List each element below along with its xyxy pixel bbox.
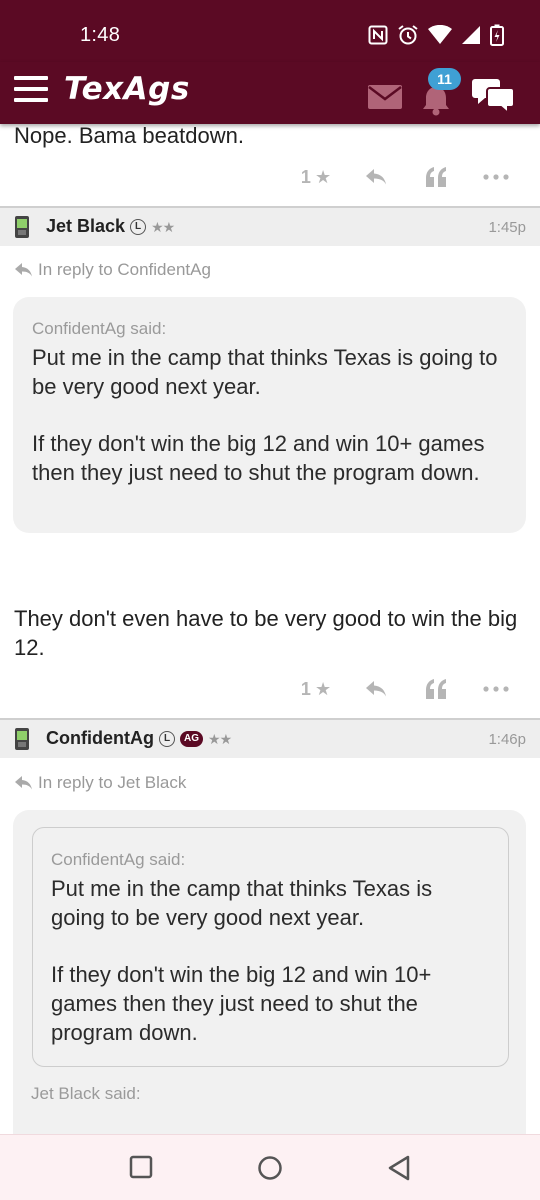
rating-stars: ★★	[208, 730, 232, 747]
reply-button[interactable]	[346, 162, 406, 192]
post-time: 1:45p	[488, 219, 526, 236]
chat-icon[interactable]	[472, 76, 516, 116]
back-icon[interactable]	[387, 1155, 411, 1181]
quote-button[interactable]	[406, 162, 466, 192]
reply-to-link[interactable]: In reply to Jet Black	[14, 773, 186, 793]
menu-button[interactable]	[14, 76, 48, 106]
quote-block: ConfidentAg said: Put me in the camp tha…	[13, 810, 526, 1134]
quote-author: ConfidentAg said:	[51, 850, 186, 869]
ag-badge: AG	[180, 731, 204, 748]
quote-text: Put me in the camp that thinks Texas is …	[32, 345, 498, 399]
post-body: Nope. Bama beatdown.	[14, 124, 244, 148]
reply-to-link[interactable]: In reply to ConfidentAg	[14, 260, 211, 280]
post-body: They don't even have to be very good to …	[14, 606, 518, 660]
star-icon: ★	[314, 166, 332, 187]
status-bar: 1:48	[0, 0, 540, 62]
menu-icon	[14, 76, 48, 80]
recents-icon[interactable]	[129, 1155, 153, 1179]
more-button[interactable]	[466, 162, 526, 192]
wifi-icon	[428, 25, 452, 44]
reply-button[interactable]	[346, 674, 406, 704]
battery-icon	[490, 24, 504, 46]
mobile-phone-icon	[15, 216, 29, 238]
mail-icon[interactable]	[368, 85, 402, 109]
notification-badge: 11	[428, 68, 461, 90]
quote-author: Jet Black said:	[31, 1084, 141, 1103]
more-button[interactable]	[466, 674, 526, 704]
post-header: ConfidentAg L AG ★★ 1:46p	[0, 718, 540, 758]
app-actions: 11	[358, 68, 518, 118]
reply-icon	[366, 681, 386, 697]
home-icon[interactable]	[257, 1155, 283, 1181]
reply-to-text: In reply to ConfidentAg	[38, 260, 211, 279]
star-button[interactable]: 1 ★	[286, 674, 346, 704]
alarm-icon	[398, 25, 418, 45]
nfc-icon	[368, 25, 388, 45]
post-author[interactable]: Jet Black	[46, 216, 125, 236]
thread-content[interactable]: Nope. Bama beatdown. 1 ★ Jet Black L ★★ 1…	[0, 124, 540, 1134]
quote-text: If they don't win the big 12 and win 10+…	[32, 431, 485, 485]
lifetime-badge: L	[159, 731, 175, 748]
mobile-phone-icon	[15, 728, 29, 750]
system-nav-bar	[0, 1134, 540, 1200]
star-icon: ★	[314, 678, 332, 699]
reply-icon	[15, 263, 32, 277]
reply-icon	[366, 169, 386, 185]
reply-icon	[15, 776, 32, 790]
quote-text: If they don't win the big 12 and win 10+…	[51, 962, 432, 1045]
quote-icon	[426, 167, 446, 187]
reply-to-text: In reply to Jet Black	[38, 773, 187, 792]
menu-icon-line	[14, 98, 48, 102]
post-time: 1:46p	[488, 731, 526, 748]
lifetime-badge: L	[130, 219, 147, 236]
texags-logo[interactable]: TexAgs	[64, 71, 190, 107]
star-button[interactable]: 1 ★	[286, 162, 346, 192]
more-icon	[483, 174, 509, 180]
post-author-row: ConfidentAg L AG ★★	[46, 728, 232, 749]
quote-text: Put me in the camp that thinks Texas is …	[51, 876, 433, 930]
more-icon	[483, 686, 509, 692]
status-time: 1:48	[80, 24, 121, 46]
quote-icon	[426, 679, 446, 699]
post-header: Jet Black L ★★ 1:45p	[0, 206, 540, 246]
star-count: 1	[300, 166, 311, 187]
nested-quote-block: ConfidentAg said: Put me in the camp tha…	[32, 827, 509, 1067]
quote-author: ConfidentAg said:	[32, 319, 167, 338]
signal-icon	[462, 26, 480, 44]
rating-stars: ★★	[151, 218, 175, 235]
app-bar: TexAgs 11	[0, 62, 540, 124]
post-author-row: Jet Black L ★★	[46, 216, 175, 237]
menu-icon-line	[14, 87, 48, 91]
quote-block: ConfidentAg said: Put me in the camp tha…	[13, 297, 526, 533]
post-author[interactable]: ConfidentAg	[46, 728, 154, 748]
post-actions: 1 ★	[286, 674, 526, 704]
quote-button[interactable]	[406, 674, 466, 704]
status-icons	[368, 24, 504, 46]
star-count: 1	[300, 678, 311, 699]
post-actions: 1 ★	[286, 162, 526, 192]
